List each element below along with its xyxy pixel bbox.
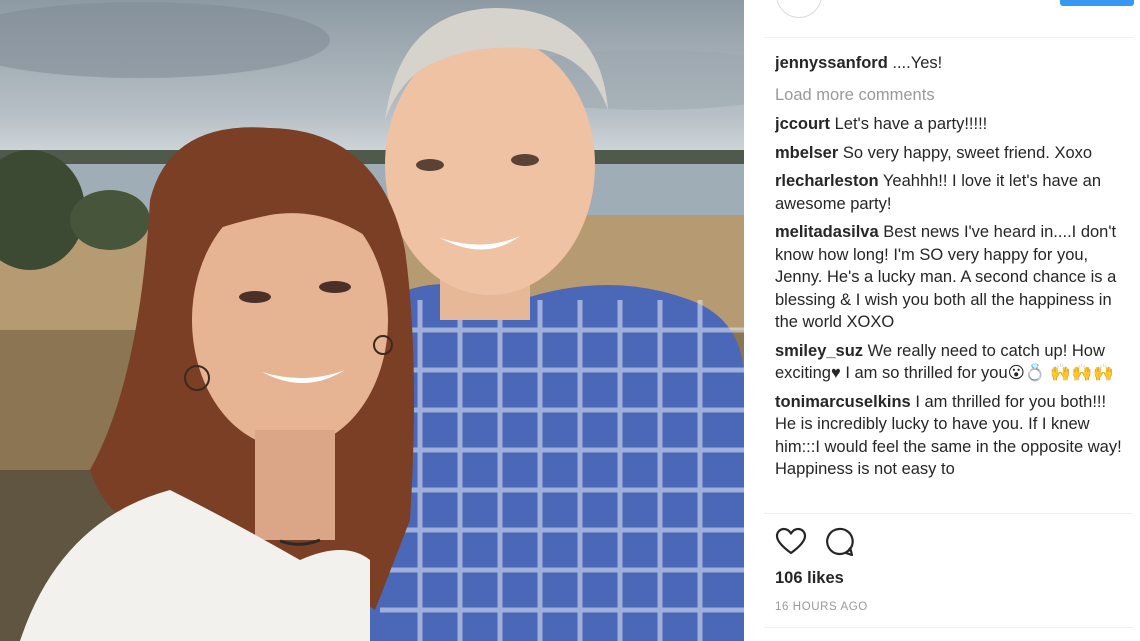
photo-illustration (0, 2, 744, 641)
caption-username[interactable]: jennyssanford (775, 54, 888, 72)
comment-emoji: 🙌🙌🙌 (1049, 364, 1115, 382)
actions-divider (764, 513, 1134, 514)
comment-text: So very happy, sweet friend. Xoxo (842, 143, 1093, 162)
post-caption: jennyssanford ....Yes! (775, 52, 1125, 75)
post-sidebar: jennyssanford ....Yes! Load more comment… (744, 0, 1140, 641)
likes-count[interactable]: 106 likes (775, 569, 844, 588)
list-item: rlecharleston Yeahhh!! I love it let's h… (775, 170, 1125, 215)
post-photo (0, 0, 744, 641)
comment-icon[interactable] (823, 526, 855, 558)
comment-username[interactable]: mbelser (775, 144, 838, 162)
caption-text: ....Yes! (892, 54, 943, 72)
list-item: tonimarcuselkins I am thrilled for you b… (775, 391, 1125, 481)
list-item: jccourt Let's have a party!!!!! (775, 113, 1125, 136)
comment-username[interactable]: melitadasilva (775, 223, 879, 241)
load-more-comments-link[interactable]: Load more comments (775, 84, 1125, 107)
avatar[interactable] (776, 0, 822, 18)
comment-username[interactable]: rlecharleston (775, 172, 879, 190)
post-actions (775, 526, 867, 558)
comments-list[interactable]: jennyssanford ....Yes! Load more comment… (775, 52, 1125, 510)
list-item: smiley_suz We really need to catch up! H… (775, 340, 1125, 385)
list-item: mbelser So very happy, sweet friend. Xox… (775, 142, 1125, 165)
post-timestamp[interactable]: 16 HOURS AGO (775, 601, 868, 613)
comment-username[interactable]: tonimarcuselkins (775, 393, 911, 411)
follow-button[interactable] (1060, 0, 1134, 6)
comment-text: Let's have a party!!!!! (834, 115, 988, 133)
comment-username[interactable]: smiley_suz (775, 342, 863, 360)
comment-username[interactable]: jccourt (775, 115, 830, 133)
header-divider (764, 37, 1134, 38)
list-item: melitadasilva Best news I've heard in...… (775, 221, 1125, 334)
heart-icon[interactable] (775, 526, 807, 558)
footer-divider (764, 627, 1134, 628)
